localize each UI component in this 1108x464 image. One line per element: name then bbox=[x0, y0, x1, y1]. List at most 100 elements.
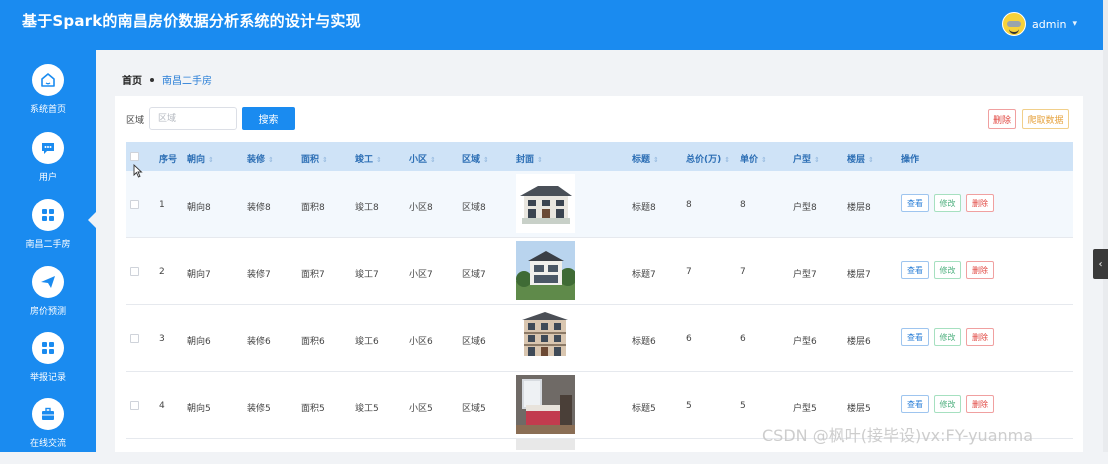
col-orientation[interactable]: 朝向 ⇕ bbox=[187, 152, 214, 165]
home-icon bbox=[32, 64, 64, 96]
edit-button[interactable]: 修改 bbox=[934, 194, 961, 212]
avatar[interactable] bbox=[1002, 12, 1026, 36]
delete-button[interactable]: 删除 bbox=[966, 194, 994, 212]
cover-image[interactable] bbox=[516, 375, 575, 434]
delete-button[interactable]: 删除 bbox=[966, 395, 994, 413]
username[interactable]: admin bbox=[1032, 18, 1066, 31]
row-checkbox[interactable] bbox=[130, 200, 139, 209]
col-title[interactable]: 标题 ⇕ bbox=[632, 152, 659, 165]
col-index: 序号 bbox=[159, 155, 178, 165]
sidebar-item-reports[interactable]: 举报记录 bbox=[0, 332, 96, 398]
col-completed[interactable]: 竣工 ⇕ bbox=[355, 152, 382, 165]
cell-decoration: 装修8 bbox=[247, 203, 271, 213]
cell-decoration: 装修6 bbox=[247, 337, 271, 347]
sidebar-item-users[interactable]: 用户 bbox=[0, 132, 96, 198]
watermark: CSDN @枫叶(接毕设)vx:FY-yuanma bbox=[762, 426, 1034, 445]
view-button[interactable]: 查看 bbox=[901, 194, 929, 212]
region-search-input[interactable] bbox=[149, 107, 237, 130]
col-unit-price[interactable]: 单价 ⇕ bbox=[740, 152, 767, 165]
batch-delete-button[interactable]: 删除 bbox=[988, 109, 1016, 129]
col-actions: 操作 bbox=[901, 155, 920, 165]
sidebar-item-online-chat[interactable]: 在线交流 bbox=[0, 398, 96, 464]
chevron-down-icon[interactable]: ▾ bbox=[1072, 19, 1077, 29]
breadcrumb-home[interactable]: 首页 bbox=[122, 72, 142, 87]
crawl-data-button[interactable]: 爬取数据 bbox=[1022, 109, 1069, 129]
edit-button[interactable]: 修改 bbox=[934, 261, 961, 279]
cover-image[interactable] bbox=[516, 439, 575, 450]
window-edge bbox=[1103, 0, 1108, 452]
cell-title: 标题7 bbox=[632, 270, 656, 280]
cell-orientation: 朝向8 bbox=[187, 203, 211, 213]
chat-icon bbox=[32, 132, 64, 164]
cell-title: 标题6 bbox=[632, 337, 656, 347]
col-decoration[interactable]: 装修 ⇕ bbox=[247, 152, 274, 165]
cell-completed: 竣工8 bbox=[355, 203, 379, 213]
table-row[interactable]: 3 朝向6 装修6 面积6 竣工6 小区6 区域6 标题6 6 6 户型6 楼层… bbox=[126, 305, 1073, 372]
edit-button[interactable]: 修改 bbox=[934, 328, 961, 346]
cell-unit-price: 5 bbox=[740, 401, 746, 411]
col-total-price[interactable]: 总价(万) ⇕ bbox=[686, 152, 730, 165]
send-icon bbox=[32, 266, 64, 298]
cell-layout: 户型6 bbox=[793, 337, 817, 347]
cell-orientation: 朝向6 bbox=[187, 337, 211, 347]
row-checkbox[interactable] bbox=[130, 334, 139, 343]
cell-completed: 竣工5 bbox=[355, 404, 379, 414]
col-community[interactable]: 小区 ⇕ bbox=[409, 152, 436, 165]
cover-image[interactable] bbox=[516, 241, 575, 300]
cell-layout: 户型5 bbox=[793, 404, 817, 414]
search-button[interactable]: 搜索 bbox=[242, 107, 295, 130]
cell-region: 区域8 bbox=[462, 203, 486, 213]
cell-layout: 户型7 bbox=[793, 270, 817, 280]
table-row[interactable]: 2 朝向7 装修7 面积7 竣工7 小区7 区域7 标题7 7 7 户型7 楼层… bbox=[126, 238, 1073, 305]
edit-button[interactable]: 修改 bbox=[934, 395, 961, 413]
cell-floor: 楼层6 bbox=[847, 337, 871, 347]
breadcrumb: 首页 南昌二手房 bbox=[122, 72, 212, 87]
cell-decoration: 装修5 bbox=[247, 404, 271, 414]
top-bar: 基于Spark的南昌房价数据分析系统的设计与实现 admin ▾ bbox=[0, 0, 1103, 50]
sidebar-item-nanchang-houses[interactable]: 南昌二手房 bbox=[0, 199, 96, 265]
cell-area: 面积5 bbox=[301, 404, 325, 414]
cell-region: 区域5 bbox=[462, 404, 486, 414]
cell-index: 1 bbox=[159, 200, 165, 210]
cover-image[interactable] bbox=[516, 174, 575, 233]
cell-community: 小区5 bbox=[409, 404, 433, 414]
view-button[interactable]: 查看 bbox=[901, 328, 929, 346]
col-area[interactable]: 面积 ⇕ bbox=[301, 152, 328, 165]
col-floor[interactable]: 楼层 ⇕ bbox=[847, 152, 874, 165]
cover-image[interactable] bbox=[516, 308, 575, 367]
delete-button[interactable]: 删除 bbox=[966, 261, 994, 279]
sidebar-item-label: 举报记录 bbox=[29, 373, 66, 383]
cell-completed: 竣工7 bbox=[355, 270, 379, 280]
select-all-checkbox[interactable] bbox=[130, 152, 139, 161]
col-cover[interactable]: 封面 ⇕ bbox=[516, 152, 543, 165]
content-panel: 区域 搜索 删除 爬取数据 序号 朝向⇕ 装修⇕ 面积⇕ 竣工⇕ 小区⇕ 区域⇕… bbox=[115, 96, 1083, 452]
cell-community: 小区7 bbox=[409, 270, 433, 280]
cell-community: 小区8 bbox=[409, 203, 433, 213]
cell-area: 面积7 bbox=[301, 270, 325, 280]
col-region[interactable]: 区域 ⇕ bbox=[462, 152, 489, 165]
sidebar-item-home[interactable]: 系统首页 bbox=[0, 64, 96, 130]
cell-unit-price: 7 bbox=[740, 267, 746, 277]
sidebar-item-price-prediction[interactable]: 房价预测 bbox=[0, 266, 96, 332]
sidebar-item-label: 用户 bbox=[38, 173, 57, 183]
col-layout[interactable]: 户型 ⇕ bbox=[793, 152, 820, 165]
table-row[interactable]: 1 朝向8 装修8 面积8 竣工8 小区8 区域8 标题8 8 8 户型8 楼层… bbox=[126, 171, 1073, 238]
user-menu[interactable]: admin ▾ bbox=[1002, 12, 1077, 36]
row-checkbox[interactable] bbox=[130, 267, 139, 276]
view-button[interactable]: 查看 bbox=[901, 395, 929, 413]
delete-button[interactable]: 删除 bbox=[966, 328, 994, 346]
cell-region: 区域6 bbox=[462, 337, 486, 347]
cell-area: 面积6 bbox=[301, 337, 325, 347]
breadcrumb-current: 南昌二手房 bbox=[162, 76, 212, 87]
view-button[interactable]: 查看 bbox=[901, 261, 929, 279]
table-header: 序号 朝向 ⇕ 装修 ⇕ 面积 ⇕ 竣工 ⇕ 小区 ⇕ 区域 ⇕ 封面 ⇕ 标题 ⇕ 总价(万)… bbox=[126, 142, 1073, 171]
row-checkbox[interactable] bbox=[130, 401, 139, 410]
houses-table: 序号 朝向 ⇕ 装修 ⇕ 面积 ⇕ 竣工 ⇕ 小区 ⇕ 区域 ⇕ 封面 ⇕ 标题 ⇕ 总价(万)… bbox=[126, 142, 1073, 450]
cell-layout: 户型8 bbox=[793, 203, 817, 213]
cell-region: 区域7 bbox=[462, 270, 486, 280]
breadcrumb-separator bbox=[150, 77, 154, 82]
chevron-left-icon[interactable]: ‹ bbox=[1093, 249, 1108, 279]
cell-unit-price: 6 bbox=[740, 334, 746, 344]
active-indicator bbox=[88, 210, 98, 230]
cell-area: 面积8 bbox=[301, 203, 325, 213]
